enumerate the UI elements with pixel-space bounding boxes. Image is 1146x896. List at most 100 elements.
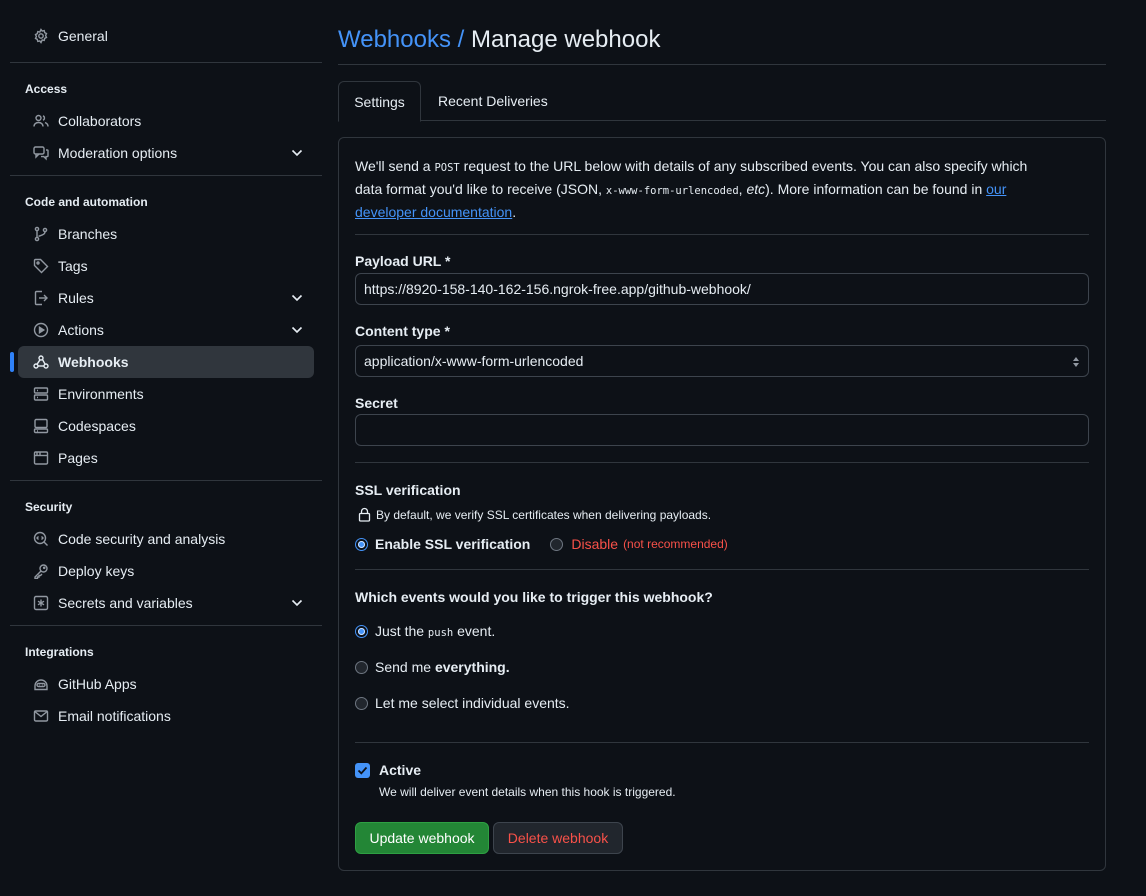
lock-icon bbox=[358, 507, 371, 522]
sidebar-item-label: Branches bbox=[58, 226, 118, 242]
code-form-urlencoded: x-www-form-urlencoded bbox=[605, 185, 739, 197]
sidebar-item-codespaces[interactable]: Codespaces bbox=[18, 410, 314, 442]
chevron-down-icon bbox=[291, 149, 303, 157]
sidebar-item-webhooks[interactable]: Webhooks bbox=[10, 346, 314, 378]
sidebar-divider bbox=[10, 625, 322, 626]
sidebar-item-secrets[interactable]: Secrets and variables bbox=[18, 587, 314, 619]
event-option-individual[interactable]: Let me select individual events. bbox=[355, 695, 1089, 711]
sidebar-item-label: Environments bbox=[58, 386, 144, 402]
sidebar-item-actions[interactable]: Actions bbox=[18, 314, 314, 346]
active-note: We will deliver event details when this … bbox=[379, 785, 676, 799]
sidebar-item-email-notifications[interactable]: Email notifications bbox=[18, 700, 314, 732]
form-divider bbox=[355, 234, 1089, 235]
select-arrows-icon bbox=[1073, 357, 1079, 367]
intro-text-part: We'll send a bbox=[355, 158, 435, 174]
git-branch-icon bbox=[33, 226, 49, 242]
sidebar-item-github-apps[interactable]: GitHub Apps bbox=[18, 668, 314, 700]
sidebar-item-tags[interactable]: Tags bbox=[18, 250, 314, 282]
ssl-disable-label[interactable]: Disable bbox=[571, 536, 618, 552]
ssl-note-text: By default, we verify SSL certificates w… bbox=[376, 507, 712, 522]
sidebar-divider bbox=[10, 480, 322, 481]
code-push: push bbox=[427, 627, 454, 639]
sidebar-item-general[interactable]: General bbox=[18, 20, 314, 52]
event-everything-label[interactable]: Send me everything. bbox=[375, 659, 510, 675]
section-title-code: Code and automation bbox=[25, 195, 148, 209]
tab-settings[interactable]: Settings bbox=[338, 81, 421, 122]
chevron-down-icon bbox=[291, 599, 303, 607]
sidebar-item-label: Pages bbox=[58, 450, 98, 466]
intro-text: We'll send a POST request to the URL bel… bbox=[355, 156, 1055, 223]
sidebar-item-collaborators[interactable]: Collaborators bbox=[18, 105, 314, 137]
form-divider bbox=[355, 462, 1089, 463]
section-title-access: Access bbox=[25, 82, 68, 96]
content-type-label: Content type * bbox=[355, 323, 450, 339]
sidebar-item-pages[interactable]: Pages bbox=[18, 442, 314, 474]
server-icon bbox=[33, 386, 49, 402]
sidebar-item-label: Code security and analysis bbox=[58, 531, 226, 547]
event-push-text: event. bbox=[453, 623, 496, 639]
payload-url-input[interactable]: https://8920-158-140-162-156.ngrok-free.… bbox=[355, 273, 1089, 305]
settings-sidebar: General Access Collaborators Moderation … bbox=[10, 20, 322, 732]
active-label[interactable]: Active bbox=[379, 762, 421, 778]
key-icon bbox=[33, 563, 49, 579]
ssl-not-recommended: (not recommended) bbox=[623, 537, 728, 551]
update-webhook-button[interactable]: Update webhook bbox=[355, 822, 489, 854]
title-divider bbox=[338, 64, 1106, 65]
main-content: Webhooks / Manage webhook Settings Recen… bbox=[338, 20, 1106, 871]
active-checkbox[interactable] bbox=[355, 762, 370, 778]
content-type-select[interactable]: application/x-www-form-urlencoded bbox=[355, 345, 1089, 377]
sidebar-item-environments[interactable]: Environments bbox=[18, 378, 314, 410]
ssl-disable-radio[interactable] bbox=[550, 537, 564, 551]
gear-icon bbox=[33, 28, 49, 44]
sidebar-item-rules[interactable]: Rules bbox=[18, 282, 314, 314]
play-icon bbox=[33, 322, 49, 338]
sidebar-item-deploy-keys[interactable]: Deploy keys bbox=[18, 555, 314, 587]
tab-recent-deliveries[interactable]: Recent Deliveries bbox=[438, 81, 548, 122]
event-option-push[interactable]: Just the push event. bbox=[355, 623, 1089, 639]
tab-bar: Settings Recent Deliveries bbox=[338, 81, 1106, 122]
codescan-icon bbox=[33, 531, 49, 547]
ssl-enable-label[interactable]: Enable SSL verification bbox=[375, 536, 530, 552]
event-everything-radio[interactable] bbox=[355, 660, 368, 674]
content-type-value: application/x-www-form-urlencoded bbox=[364, 353, 584, 369]
sidebar-item-code-security[interactable]: Code security and analysis bbox=[18, 523, 314, 555]
chevron-down-icon bbox=[291, 326, 303, 334]
sidebar-item-label: Email notifications bbox=[58, 708, 171, 724]
event-individual-radio[interactable] bbox=[355, 696, 368, 710]
codespaces-icon bbox=[33, 418, 49, 434]
ssl-note: By default, we verify SSL certificates w… bbox=[355, 507, 1089, 522]
sidebar-item-moderation[interactable]: Moderation options bbox=[18, 137, 314, 169]
page-title-text: Manage webhook bbox=[470, 26, 661, 53]
breadcrumb-webhooks[interactable]: Webhooks / bbox=[338, 26, 464, 53]
event-push-text: Just the bbox=[375, 623, 428, 639]
intro-text-part: . bbox=[512, 204, 517, 220]
tag-icon bbox=[33, 258, 49, 274]
sidebar-item-label: Collaborators bbox=[58, 113, 142, 129]
comment-discussion-icon bbox=[33, 145, 49, 161]
event-individual-label[interactable]: Let me select individual events. bbox=[375, 695, 570, 711]
secret-input[interactable] bbox=[355, 414, 1089, 446]
sidebar-item-branches[interactable]: Branches bbox=[18, 218, 314, 250]
sidebar-item-label: Tags bbox=[58, 258, 88, 274]
section-title-integrations: Integrations bbox=[25, 645, 94, 659]
key-asterisk-icon bbox=[33, 595, 49, 611]
event-push-label[interactable]: Just the push event. bbox=[375, 623, 495, 639]
event-option-everything[interactable]: Send me everything. bbox=[355, 659, 1089, 675]
sidebar-item-label: Webhooks bbox=[58, 354, 129, 370]
sidebar-divider bbox=[10, 175, 322, 176]
ssl-enable-radio[interactable] bbox=[355, 537, 368, 551]
events-question: Which events would you like to trigger t… bbox=[355, 589, 713, 605]
event-everything-text: Send me bbox=[375, 659, 435, 675]
repo-push-icon bbox=[33, 290, 49, 306]
intro-etc: etc bbox=[746, 181, 766, 197]
event-push-radio[interactable] bbox=[355, 624, 368, 638]
page-title: Webhooks / Manage webhook bbox=[338, 20, 1106, 60]
intro-text-part: ). More information can be found in bbox=[765, 181, 987, 197]
ssl-label: SSL verification bbox=[355, 482, 461, 498]
active-option[interactable]: Active bbox=[355, 762, 1089, 778]
delete-webhook-button[interactable]: Delete webhook bbox=[493, 822, 623, 854]
payload-url-label: Payload URL * bbox=[355, 253, 451, 269]
payload-url-value: https://8920-158-140-162-156.ngrok-free.… bbox=[364, 281, 751, 297]
sidebar-item-label: Codespaces bbox=[58, 418, 136, 434]
people-icon bbox=[33, 113, 49, 129]
